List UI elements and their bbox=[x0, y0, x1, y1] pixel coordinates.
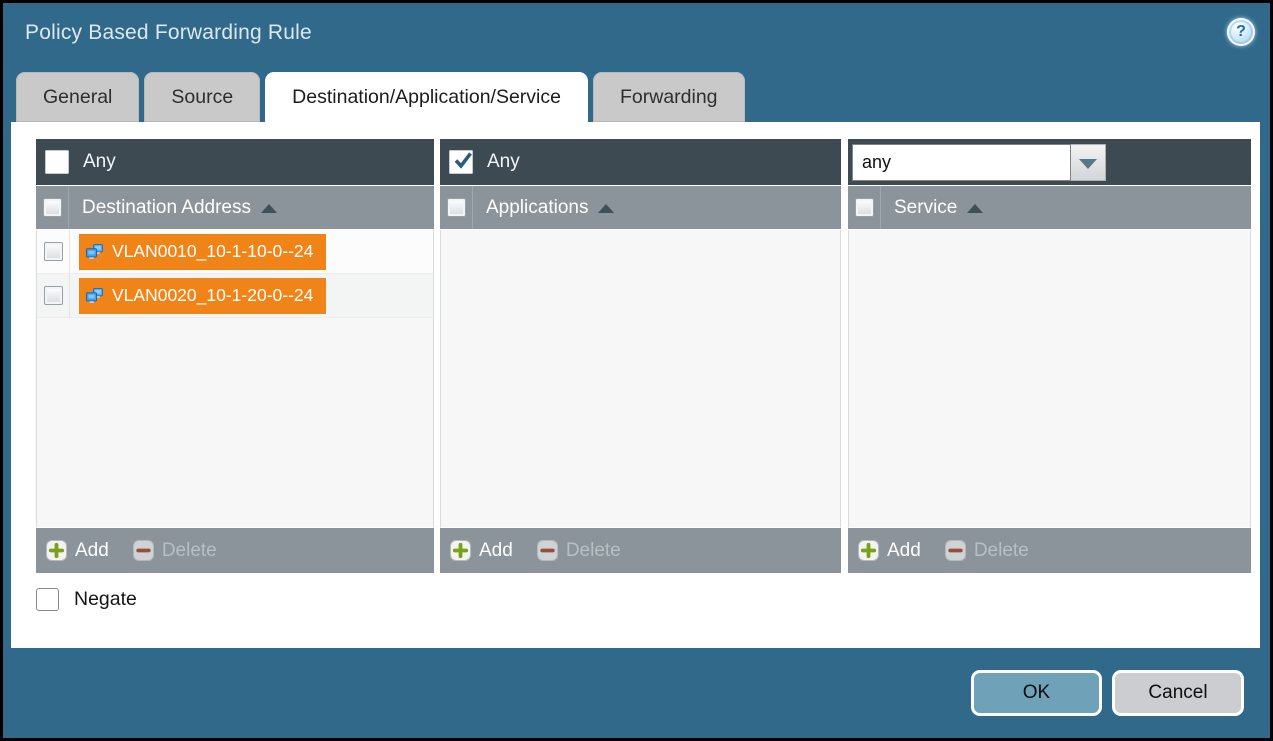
add-button-label: Add bbox=[75, 540, 109, 562]
row-checkbox-cell bbox=[37, 274, 70, 317]
destination-address-list: VLAN0010_10-1-10-0--24 bbox=[36, 230, 434, 528]
address-object-name: VLAN0010_10-1-10-0--24 bbox=[112, 241, 313, 262]
destination-address-column: Any Destination Address bbox=[36, 139, 434, 573]
negate-control: Negate bbox=[36, 588, 137, 611]
destination-address-header-row: Destination Address bbox=[36, 186, 434, 230]
add-button-label: Add bbox=[479, 540, 513, 562]
applications-select-all-cell bbox=[440, 186, 473, 229]
applications-any-bar: Any bbox=[440, 139, 841, 186]
address-object-name: VLAN0020_10-1-20-0--24 bbox=[112, 285, 313, 306]
service-dropdown: any bbox=[852, 144, 1106, 181]
service-footer-bar: Add Delete bbox=[848, 528, 1251, 573]
delete-button-label: Delete bbox=[974, 540, 1029, 562]
service-header-row: Service bbox=[848, 186, 1251, 230]
service-dropdown-button[interactable] bbox=[1071, 144, 1106, 181]
destination-address-sort-header[interactable]: Destination Address bbox=[69, 197, 277, 219]
dialog-title: Policy Based Forwarding Rule bbox=[25, 21, 312, 45]
applications-list bbox=[440, 230, 841, 528]
table-row: VLAN0010_10-1-10-0--24 bbox=[37, 230, 433, 274]
checkmark-icon bbox=[453, 151, 473, 169]
applications-header-row: Applications bbox=[440, 186, 841, 230]
tab-forwarding[interactable]: Forwarding bbox=[593, 72, 745, 122]
service-header-label: Service bbox=[894, 197, 957, 219]
table-row: VLAN0020_10-1-20-0--24 bbox=[37, 274, 433, 318]
ok-button[interactable]: OK bbox=[971, 670, 1102, 716]
applications-sort-header[interactable]: Applications bbox=[473, 197, 614, 219]
service-list bbox=[848, 230, 1251, 528]
destination-select-all-checkbox[interactable] bbox=[43, 198, 62, 217]
row-checkbox[interactable] bbox=[44, 242, 63, 261]
chevron-down-icon bbox=[1079, 159, 1097, 169]
network-address-icon bbox=[86, 288, 104, 304]
service-sort-header[interactable]: Service bbox=[881, 197, 983, 219]
service-dropdown-bar: any bbox=[848, 139, 1251, 186]
delete-button[interactable]: Delete bbox=[537, 540, 621, 562]
add-button[interactable]: Add bbox=[450, 540, 513, 562]
plus-icon bbox=[450, 540, 471, 561]
address-object-chip[interactable]: VLAN0020_10-1-20-0--24 bbox=[79, 278, 326, 314]
destination-footer-bar: Add Delete bbox=[36, 528, 434, 573]
policy-forwarding-dialog: Policy Based Forwarding Rule ? General S… bbox=[0, 0, 1273, 741]
network-address-icon bbox=[86, 244, 104, 260]
tab-content-panel: Any Destination Address bbox=[11, 122, 1260, 648]
delete-button[interactable]: Delete bbox=[133, 540, 217, 562]
plus-icon bbox=[46, 540, 67, 561]
applications-any-label: Any bbox=[487, 151, 520, 173]
address-object-chip[interactable]: VLAN0010_10-1-10-0--24 bbox=[79, 234, 326, 270]
tab-bar: General Source Destination/Application/S… bbox=[16, 72, 745, 122]
delete-button-label: Delete bbox=[162, 540, 217, 562]
tab-destination-application-service[interactable]: Destination/Application/Service bbox=[265, 72, 588, 123]
applications-header-label: Applications bbox=[486, 197, 588, 219]
row-checkbox[interactable] bbox=[44, 286, 63, 305]
applications-any-checkbox[interactable] bbox=[449, 150, 473, 174]
minus-icon bbox=[945, 540, 966, 561]
row-checkbox-cell bbox=[37, 230, 70, 273]
destination-any-label: Any bbox=[83, 151, 116, 173]
sort-ascending-icon bbox=[261, 204, 277, 213]
cancel-button[interactable]: Cancel bbox=[1112, 670, 1244, 716]
sort-ascending-icon bbox=[967, 204, 983, 213]
add-button[interactable]: Add bbox=[46, 540, 109, 562]
applications-select-all-checkbox[interactable] bbox=[447, 198, 466, 217]
sort-ascending-icon bbox=[598, 204, 614, 213]
tab-source[interactable]: Source bbox=[144, 72, 260, 122]
tab-general[interactable]: General bbox=[16, 72, 139, 122]
service-dropdown-value[interactable]: any bbox=[852, 144, 1071, 181]
add-button[interactable]: Add bbox=[858, 540, 921, 562]
applications-footer-bar: Add Delete bbox=[440, 528, 841, 573]
service-select-all-checkbox[interactable] bbox=[855, 198, 874, 217]
negate-checkbox[interactable] bbox=[36, 588, 59, 611]
destination-select-all-cell bbox=[36, 186, 69, 229]
delete-button[interactable]: Delete bbox=[945, 540, 1029, 562]
destination-address-header-label: Destination Address bbox=[82, 197, 251, 219]
service-select-all-cell bbox=[848, 186, 881, 229]
add-button-label: Add bbox=[887, 540, 921, 562]
minus-icon bbox=[133, 540, 154, 561]
negate-label: Negate bbox=[74, 588, 137, 611]
service-column: any Service bbox=[848, 139, 1251, 573]
destination-any-checkbox[interactable] bbox=[45, 150, 69, 174]
plus-icon bbox=[858, 540, 879, 561]
applications-column: Any Applications Add bbox=[440, 139, 841, 573]
delete-button-label: Delete bbox=[566, 540, 621, 562]
help-icon[interactable]: ? bbox=[1227, 18, 1255, 46]
minus-icon bbox=[537, 540, 558, 561]
destination-any-bar: Any bbox=[36, 139, 434, 186]
help-glyph: ? bbox=[1236, 23, 1246, 41]
